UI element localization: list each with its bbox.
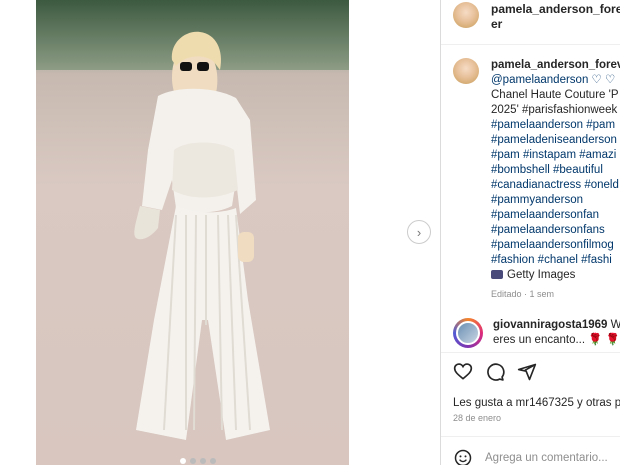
carousel-indicator <box>180 458 216 464</box>
comment-icon[interactable] <box>485 362 505 382</box>
post-media-area: › <box>0 0 440 465</box>
caption-line[interactable]: @pamelaanderson ♡ ♡ <box>491 74 615 86</box>
credit-text: Getty Images <box>507 269 576 281</box>
caption-line: Chanel Haute Couture 'P <box>491 89 619 101</box>
commenter-username[interactable]: giovanniragosta1969 <box>493 319 607 331</box>
carousel-dot <box>210 458 216 464</box>
caption-username[interactable]: pamela_anderson_forever <box>491 58 620 73</box>
header-divider <box>441 44 620 45</box>
commenter-avatar[interactable] <box>453 318 483 348</box>
post-actions <box>453 362 537 382</box>
comment-divider <box>441 436 620 437</box>
comment-text: WO <box>610 319 620 331</box>
hashtag-line[interactable]: #pammyanderson <box>491 194 583 206</box>
camera-icon <box>491 270 503 280</box>
add-comment-input[interactable]: Agrega un comentario... <box>485 452 608 464</box>
add-comment-row: Agrega un comentario... <box>453 448 608 465</box>
post-header: pamela_anderson_forever <box>453 2 620 32</box>
woman-in-white-outfit <box>134 31 270 440</box>
carousel-dot <box>190 458 196 464</box>
likes-summary[interactable]: Les gusta a mr1467325 y otras p <box>453 397 620 409</box>
hashtag-line[interactable]: #pam #instapam #amazi <box>491 149 616 161</box>
hashtag-line[interactable]: #bombshell #beautiful <box>491 164 603 176</box>
post-sidebar: pamela_anderson_forever pamela_anderson_… <box>441 0 620 465</box>
hashtag-line[interactable]: #pamelaandersonfan <box>491 209 599 221</box>
carousel-dot <box>180 458 186 464</box>
next-image-button[interactable]: › <box>407 220 431 244</box>
emoji-icon[interactable] <box>453 448 473 465</box>
avatar[interactable] <box>453 58 479 84</box>
post-photo[interactable] <box>36 0 349 465</box>
caption-line: 2025' #parisfashionweek <box>491 104 618 116</box>
post-caption: pamela_anderson_forever @pamelaanderson … <box>453 58 620 302</box>
chevron-right-icon: › <box>416 224 422 240</box>
edited-timestamp: Editado · 1 sem <box>491 289 555 299</box>
carousel-dot <box>200 458 206 464</box>
actions-divider <box>441 352 620 353</box>
post-date: 28 de enero <box>453 413 502 423</box>
photo-credit: Getty Images <box>491 269 575 281</box>
comment-text-line2: eres un encanto... 🌹 🌹 <box>493 334 620 346</box>
hashtag-line[interactable]: #pamelaandersonfilmog <box>491 239 614 251</box>
avatar[interactable] <box>453 2 479 28</box>
hashtag-line[interactable]: #pamelaandersonfans <box>491 224 605 236</box>
hashtag-line[interactable]: #pameladeniseanderson <box>491 134 617 146</box>
hashtag-line[interactable]: #fashion #chanel #fashi <box>491 254 612 266</box>
hashtag-line[interactable]: #pamelaanderson #pam <box>491 119 615 131</box>
hashtag-line[interactable]: #canadianactress #oneld <box>491 179 619 191</box>
account-name[interactable]: pamela_anderson_forever <box>491 2 620 32</box>
share-icon[interactable] <box>517 362 537 382</box>
heart-icon[interactable] <box>453 362 473 382</box>
comment-item: giovanniragosta1969 WO eres un encanto..… <box>453 318 620 348</box>
